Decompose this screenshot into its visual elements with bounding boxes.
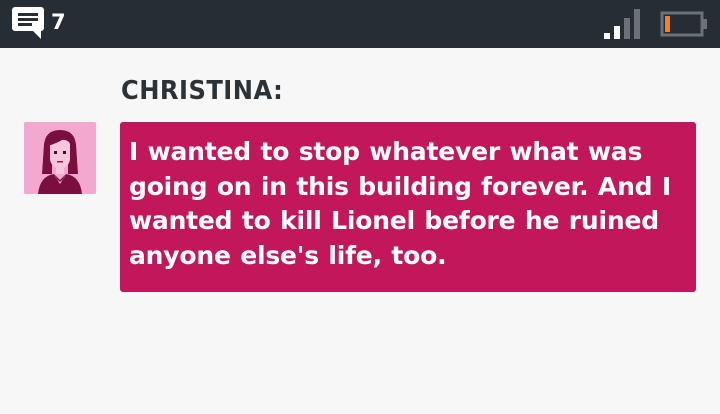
message-count: 7 [51,10,66,34]
christina-portrait [24,122,96,194]
dialogue-text: I wanted to stop whatever what was going… [129,137,671,270]
chat-bubble-icon[interactable] [11,6,46,40]
speaker-name: CHRISTINA: [121,76,284,106]
signal-strength-icon [602,8,642,40]
dialogue-box[interactable]: I wanted to stop whatever what was going… [120,122,696,292]
battery-low-icon [660,11,710,37]
status-bar: 7 [0,0,720,48]
